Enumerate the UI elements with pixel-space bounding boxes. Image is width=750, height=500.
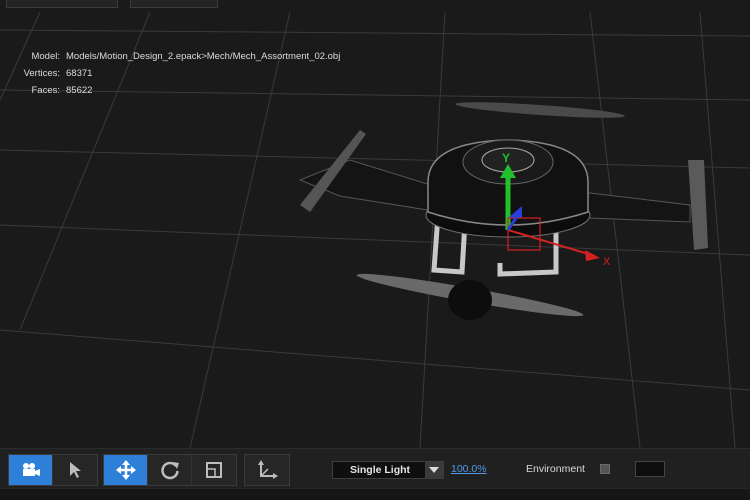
rotate-icon xyxy=(160,461,179,480)
select-tool-button[interactable] xyxy=(53,455,97,485)
axis-tool-button[interactable] xyxy=(245,455,289,485)
faces-label: Faces: xyxy=(31,85,60,96)
chevron-down-icon xyxy=(425,462,443,478)
navigation-tool-group xyxy=(8,454,98,486)
viewport-toolbar: Single Light 100.0% Environment xyxy=(0,448,750,488)
scale-tool-button[interactable] xyxy=(192,455,236,485)
bottom-strip xyxy=(0,488,750,500)
top-tab[interactable] xyxy=(130,0,218,8)
top-tab[interactable] xyxy=(6,0,118,8)
scale-icon xyxy=(206,462,222,478)
select-arrow-icon xyxy=(70,462,81,478)
move-icon xyxy=(115,460,136,480)
environment-color-swatch[interactable] xyxy=(635,461,665,477)
environment-label: Environment xyxy=(526,463,585,475)
model-info-overlay: Model: Models/Motion_Design_2.epack>Mech/… xyxy=(0,48,341,99)
light-mode-value: Single Light xyxy=(349,464,411,476)
faces-count: 85622 xyxy=(66,85,93,96)
gizmo-y-label: Y xyxy=(502,151,510,165)
camera-icon xyxy=(22,463,40,476)
model-label: Model: xyxy=(31,51,60,62)
drone-model xyxy=(298,102,708,320)
transform-tool-group xyxy=(103,454,237,486)
3d-viewport[interactable]: Y X Model: Models/Motion_Design_2.epack>M… xyxy=(0,12,750,448)
rotate-tool-button[interactable] xyxy=(148,455,192,485)
model-path: Models/Motion_Design_2.epack>Mech/Mech_A… xyxy=(66,51,341,62)
light-mode-select[interactable]: Single Light xyxy=(332,461,444,479)
vertices-count: 68371 xyxy=(66,68,93,79)
top-tab-strip xyxy=(0,0,750,12)
axis-tool-group xyxy=(244,454,290,486)
axis-icon xyxy=(258,460,278,479)
environment-checkbox[interactable] xyxy=(600,464,610,474)
camera-tool-button[interactable] xyxy=(9,455,53,485)
gizmo-x-label: X xyxy=(603,256,611,268)
move-tool-button[interactable] xyxy=(104,455,148,485)
vertices-label: Vertices: xyxy=(23,68,60,79)
zoom-level-link[interactable]: 100.0% xyxy=(451,463,487,475)
